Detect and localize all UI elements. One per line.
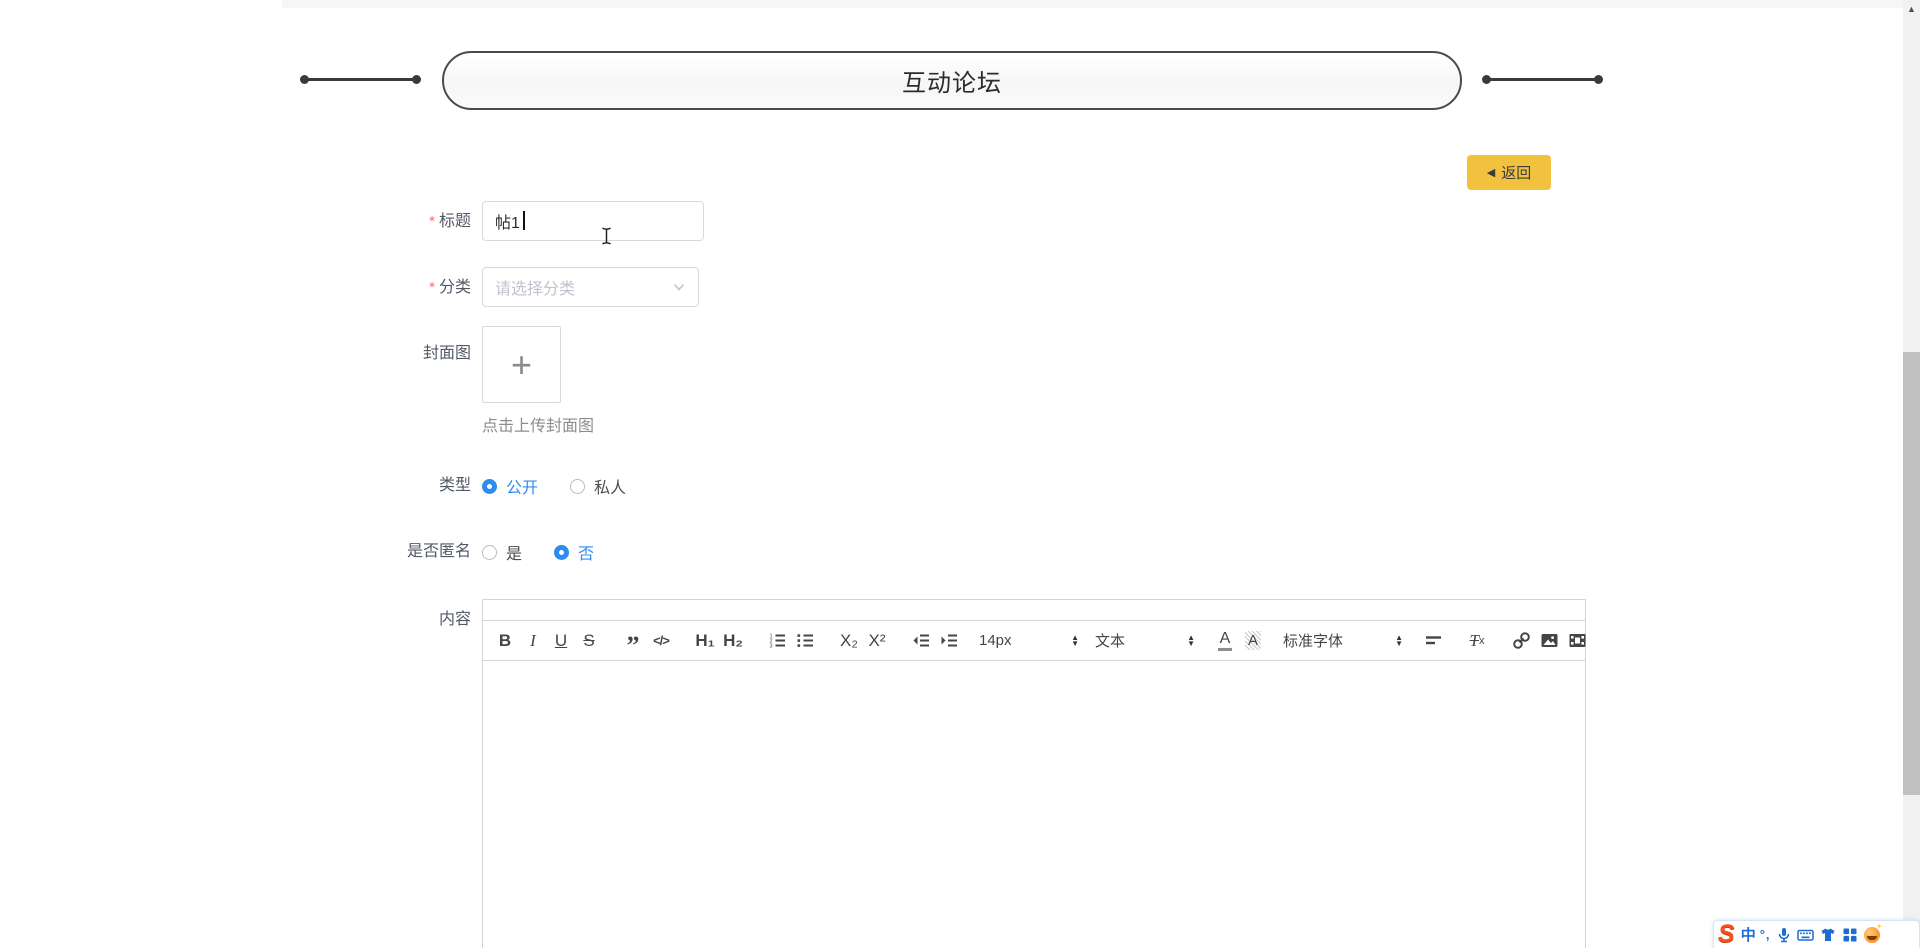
updown-icon: ▲ ▼: [1071, 632, 1079, 648]
ime-punctuation[interactable]: °,: [1760, 927, 1771, 942]
page: 互动论坛 ◀ 返回 *标题 *分类 请选择分类 封面图 + 点击上传封面图 类型…: [0, 0, 1920, 948]
superscript-button[interactable]: X²: [863, 627, 891, 655]
radio-private-label[interactable]: 私人: [594, 474, 626, 498]
svg-text:3: 3: [769, 643, 772, 649]
radio-no[interactable]: [554, 544, 570, 560]
radio-yes-label[interactable]: 是: [506, 540, 522, 564]
anonymous-radio-group: 是 否: [482, 540, 594, 564]
category-label: * 分类: [429, 279, 471, 296]
decor-line: [1489, 78, 1595, 81]
required-marker: *: [429, 213, 435, 230]
required-marker: *: [429, 279, 435, 296]
text-color-button[interactable]: A: [1211, 627, 1239, 655]
scroll-up-icon[interactable]: ▲: [1903, 2, 1920, 16]
content-label: 内容: [438, 611, 471, 628]
editor-content-area[interactable]: [483, 661, 1585, 948]
updown-icon: ▲ ▼: [1187, 632, 1195, 648]
radio-public-label[interactable]: 公开: [506, 474, 538, 498]
title-label: * 标题: [429, 213, 471, 230]
back-button[interactable]: ◀ 返回: [1467, 155, 1551, 190]
page-title-box: 互动论坛: [442, 51, 1462, 110]
ime-mic-icon[interactable]: [1775, 926, 1793, 944]
category-select[interactable]: 请选择分类: [482, 267, 699, 307]
cover-upload-button[interactable]: +: [482, 326, 561, 403]
chevron-down-icon: [674, 284, 684, 291]
decor-dot: [412, 75, 421, 84]
ime-sogou-logo[interactable]: S: [1718, 922, 1735, 947]
updown-icon: ▲ ▼: [1395, 632, 1403, 648]
top-strip: [282, 0, 1903, 8]
clear-format-button[interactable]: Tx: [1463, 627, 1491, 655]
ibeam-cursor-icon: [602, 227, 611, 245]
radio-public[interactable]: [482, 478, 497, 494]
ime-skin-icon[interactable]: [1819, 926, 1837, 944]
type-radio-group: 公开 私人: [482, 474, 626, 498]
title-input[interactable]: [482, 201, 704, 241]
outdent-icon[interactable]: [907, 627, 935, 655]
link-icon[interactable]: [1507, 627, 1535, 655]
ime-toolbar: S 中 °, ✦: [1713, 920, 1920, 948]
category-placeholder: 请选择分类: [495, 281, 576, 298]
decor-dot: [1594, 75, 1603, 84]
blockquote-button[interactable]: ”: [619, 627, 647, 659]
editor-toolbar: B I U S ” </> H₁ H₂ 123 X₂ X² 14px ▲ ▼ 文…: [483, 620, 1585, 661]
video-icon[interactable]: [1563, 627, 1591, 655]
plus-icon: +: [510, 343, 533, 385]
back-button-label: 返回: [1501, 165, 1532, 182]
cover-upload-hint: 点击上传封面图: [482, 418, 595, 435]
heading1-button[interactable]: H₁: [691, 627, 719, 655]
ime-keyboard-icon[interactable]: [1797, 926, 1815, 944]
underline-button[interactable]: U: [547, 627, 575, 655]
scrollbar-thumb[interactable]: [1903, 352, 1920, 795]
font-family-select[interactable]: 标准字体 ▲ ▼: [1283, 627, 1403, 655]
heading2-button[interactable]: H₂: [719, 627, 747, 655]
code-button[interactable]: </>: [647, 627, 675, 655]
radio-private[interactable]: [570, 478, 586, 494]
align-icon[interactable]: [1419, 627, 1447, 655]
ime-toolbox-icon[interactable]: [1841, 926, 1859, 944]
radio-yes[interactable]: [482, 544, 497, 560]
ime-mode-chinese[interactable]: 中: [1741, 924, 1756, 945]
unordered-list-icon[interactable]: [791, 627, 819, 655]
bold-button[interactable]: B: [491, 627, 519, 655]
format-select[interactable]: 文本 ▲ ▼: [1095, 627, 1195, 655]
image-icon[interactable]: [1535, 627, 1563, 655]
ime-emoji-icon[interactable]: ✦: [1863, 922, 1883, 944]
indent-icon[interactable]: [935, 627, 963, 655]
anonymous-label: 是否匿名: [406, 543, 471, 560]
text-caret: [523, 211, 525, 230]
strikethrough-button[interactable]: S: [575, 627, 603, 655]
font-size-select[interactable]: 14px ▲ ▼: [979, 627, 1079, 655]
radio-no-label[interactable]: 否: [578, 540, 594, 564]
back-arrow-icon: ◀: [1486, 167, 1496, 179]
bg-color-button[interactable]: A: [1239, 627, 1267, 655]
type-label: 类型: [438, 477, 471, 494]
italic-button[interactable]: I: [519, 627, 547, 655]
ordered-list-icon[interactable]: 123: [763, 627, 791, 655]
subscript-button[interactable]: X₂: [835, 627, 863, 655]
cover-label: 封面图: [422, 345, 471, 362]
page-title: 互动论坛: [902, 70, 1002, 97]
rich-text-editor: B I U S ” </> H₁ H₂ 123 X₂ X² 14px ▲ ▼ 文…: [482, 599, 1586, 948]
decor-line: [307, 78, 413, 81]
